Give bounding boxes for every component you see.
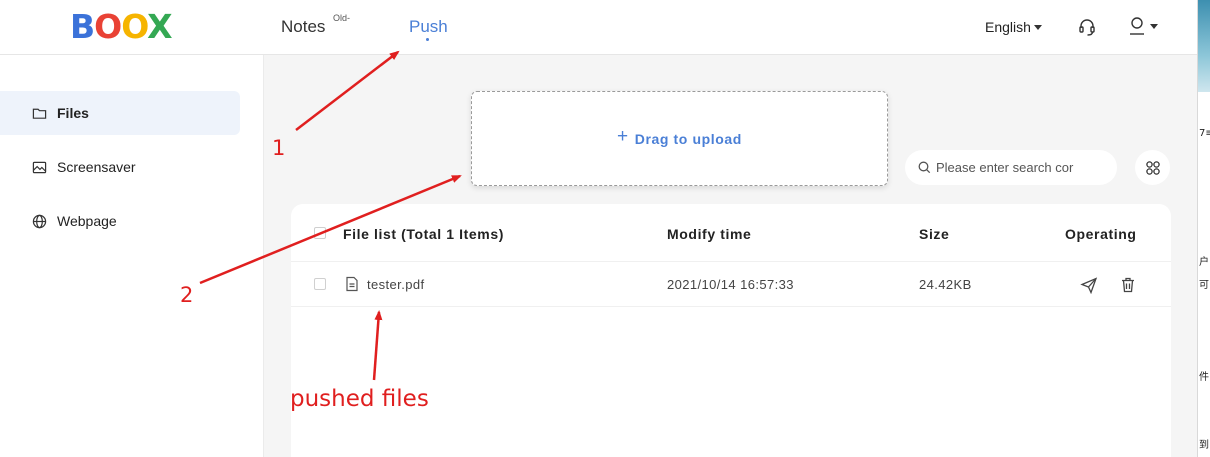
nav-notes[interactable]: Notes (281, 17, 325, 37)
file-icon (346, 276, 358, 292)
sidebar: Files Screensaver Webpage (0, 55, 264, 457)
logo-letter-o2: O (121, 7, 148, 46)
row-checkbox[interactable] (314, 278, 326, 290)
view-toggle-button[interactable] (1135, 150, 1170, 185)
headset-icon[interactable] (1077, 17, 1097, 37)
notes-old-badge: Old- (333, 13, 351, 23)
sidebar-item-label: Screensaver (57, 159, 136, 175)
background-window-strip: 7≡ 户 可 件 到 (1197, 0, 1210, 457)
column-header-operating: Operating (1065, 226, 1137, 242)
file-name[interactable]: tester.pdf (367, 277, 424, 292)
trash-icon[interactable] (1119, 276, 1137, 294)
annotation-label-pushed-files: pushed files (290, 386, 429, 412)
user-menu[interactable] (1128, 16, 1158, 36)
sidebar-item-files[interactable]: Files (0, 91, 240, 135)
file-list-card: File list (Total 1 Items) Modify time Si… (291, 204, 1171, 457)
nav-push[interactable]: Push (409, 17, 448, 37)
sidebar-item-screensaver[interactable]: Screensaver (0, 145, 240, 189)
sidebar-item-label: Webpage (57, 213, 117, 229)
folder-icon (32, 108, 47, 119)
grid-view-icon (1145, 160, 1160, 175)
strip-text: 户 (1199, 257, 1209, 268)
select-all-checkbox[interactable] (314, 227, 326, 239)
file-modify-time: 2021/10/14 16:57:33 (667, 277, 794, 292)
boox-logo[interactable]: BOOX (70, 7, 173, 46)
nav-active-indicator (426, 38, 429, 41)
globe-icon (32, 214, 47, 228)
search-box[interactable] (905, 150, 1117, 185)
column-header-modify-time: Modify time (667, 226, 752, 242)
logo-letter-o1: O (94, 7, 122, 46)
table-row[interactable]: tester.pdf 2021/10/14 16:57:33 24.42KB (291, 261, 1171, 307)
strip-text: 7≡ (1199, 128, 1210, 139)
strip-text: 到 (1199, 440, 1209, 451)
image-icon (32, 161, 47, 173)
top-header: BOOX Notes Old- Push English (0, 0, 1197, 55)
annotation-label-2: 2 (180, 283, 194, 307)
strip-text: 件 (1199, 372, 1209, 383)
file-size: 24.42KB (919, 277, 972, 292)
column-header-file-list: File list (Total 1 Items) (343, 226, 504, 242)
plus-icon: + (617, 126, 629, 147)
chevron-down-icon (1150, 23, 1158, 29)
strip-image (1198, 0, 1210, 92)
annotation-arrow-1 (295, 50, 400, 131)
annotation-label-1: 1 (272, 136, 286, 160)
chevron-down-icon (1033, 24, 1042, 30)
send-icon[interactable] (1080, 276, 1098, 294)
sidebar-item-label: Files (57, 105, 89, 121)
language-selector[interactable]: English (985, 19, 1042, 35)
search-input[interactable] (936, 160, 1096, 175)
upload-label: Drag to upload (634, 130, 742, 147)
logo-letter-b: B (70, 7, 95, 46)
logo-letter-x: X (147, 7, 172, 46)
drag-upload-area[interactable]: + Drag to upload (471, 91, 888, 186)
language-label: English (985, 19, 1031, 35)
search-icon (918, 161, 931, 174)
user-icon (1130, 17, 1144, 35)
column-header-size: Size (919, 226, 950, 242)
sidebar-item-webpage[interactable]: Webpage (0, 199, 240, 243)
strip-text: 可 (1199, 280, 1209, 291)
